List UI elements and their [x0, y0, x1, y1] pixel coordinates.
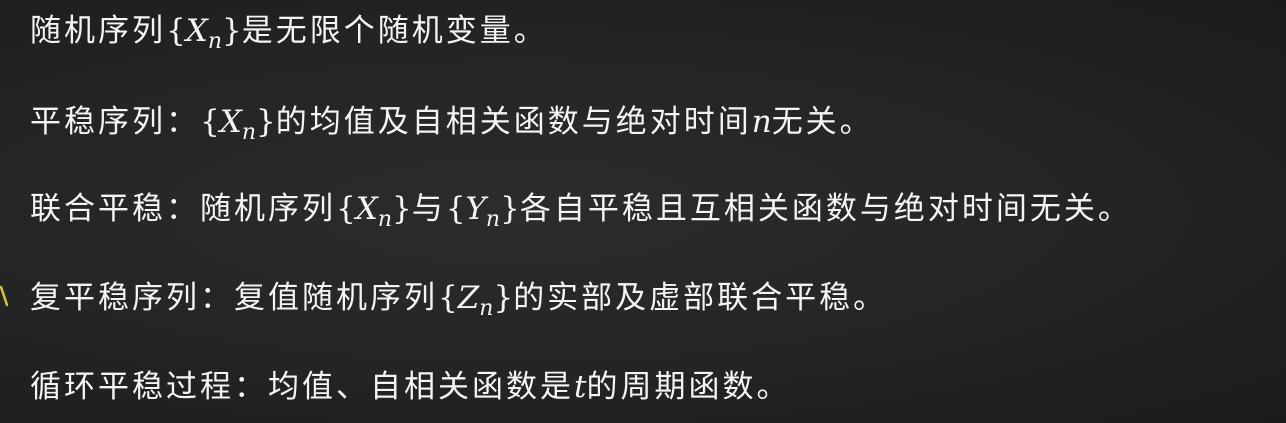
math-variable: X: [355, 191, 378, 227]
line-text: 复平稳序列：复值随机序列: [30, 280, 438, 316]
math-subscript: n: [479, 296, 494, 321]
math-variable: t: [574, 369, 587, 405]
math-variable: Z: [457, 280, 480, 316]
line-text: 的实部及虚部联合平稳。: [513, 280, 888, 316]
line-cyclostationary: 循环平稳过程：均值、自相关函数是t的周期函数。: [30, 362, 790, 412]
math-variable: X: [219, 104, 242, 140]
close-brace: }: [221, 13, 242, 49]
math-subscript: n: [485, 207, 501, 232]
math-variable: X: [185, 13, 208, 49]
close-brace: }: [255, 104, 276, 140]
close-brace: }: [500, 191, 520, 227]
line-joint-stationary: 联合平稳：随机序列{Xn}与{Yn}各自平稳且互相关函数与绝对时间无关。: [30, 184, 1132, 234]
close-brace: }: [391, 191, 412, 227]
open-brace: {: [445, 191, 466, 227]
line-text: 无关。: [771, 104, 874, 140]
math-variable: Y: [465, 191, 486, 227]
line-stationary-sequence: 平稳序列：{Xn}的均值及自相关函数与绝对时间n无关。: [30, 97, 874, 147]
open-brace: {: [438, 280, 458, 316]
math-variable: n: [751, 104, 772, 140]
line-complex-stationary: 复平稳序列：复值随机序列{Zn}的实部及虚部联合平稳。: [30, 273, 887, 323]
line-text: 的周期函数。: [586, 369, 791, 405]
open-brace: {: [200, 104, 220, 140]
open-brace: {: [336, 191, 356, 227]
line-random-sequence: 随机序列{Xn}是无限个随机变量。: [30, 6, 548, 56]
line-text: 是无限个随机变量。: [241, 13, 548, 49]
close-brace: }: [493, 280, 514, 316]
math-subscript: n: [207, 29, 222, 54]
line-text: 平稳序列：: [30, 104, 200, 140]
math-subscript: n: [377, 207, 392, 232]
line-text: 与: [411, 191, 446, 227]
line-text: 循环平稳过程：均值、自相关函数是: [30, 369, 574, 405]
math-subscript: n: [241, 120, 256, 145]
line-text: 随机序列: [30, 13, 166, 49]
line-text: 各自平稳且互相关函数与绝对时间无关。: [519, 191, 1132, 227]
line-text: 联合平稳：随机序列: [30, 191, 336, 227]
open-brace: {: [166, 13, 186, 49]
line-text: 的均值及自相关函数与绝对时间: [275, 104, 752, 140]
check-tick-icon: [0, 285, 8, 307]
